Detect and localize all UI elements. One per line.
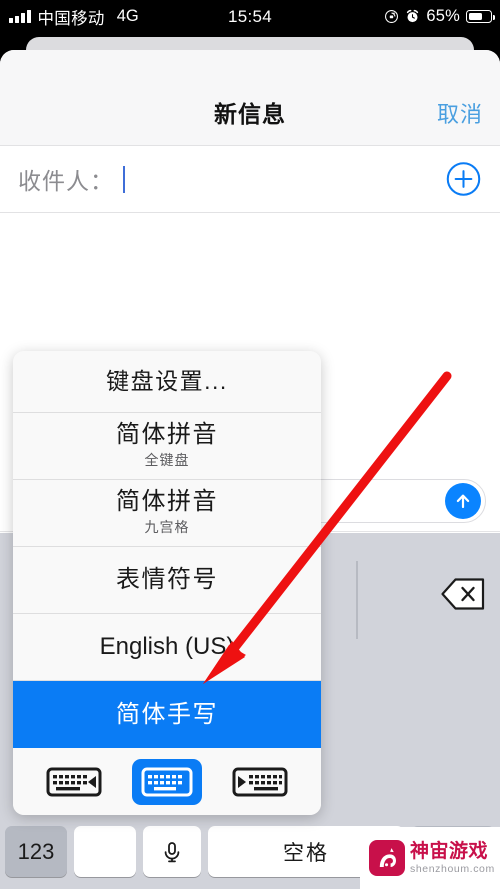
watermark-brand: 神宙游戏 bbox=[410, 840, 489, 862]
add-circle-icon[interactable] bbox=[445, 161, 482, 198]
dictation-key[interactable] bbox=[143, 826, 201, 877]
text-caret bbox=[123, 165, 125, 193]
popup-item-handwriting[interactable]: 简体手写 bbox=[13, 681, 321, 748]
keyboard-divider bbox=[356, 561, 358, 639]
send-button[interactable] bbox=[445, 482, 481, 519]
status-bar: 中国移动 4G 15:54 65% bbox=[0, 0, 500, 33]
popup-item-label: 键盘设置... bbox=[106, 368, 228, 395]
backspace-delete-icon[interactable] bbox=[440, 577, 486, 611]
popup-item-label: 简体拼音 bbox=[116, 488, 218, 516]
page-title: 新信息 bbox=[214, 101, 286, 127]
popup-item-keyboard-settings[interactable]: 键盘设置... bbox=[13, 351, 321, 413]
unicorn-logo-icon bbox=[369, 840, 405, 876]
popup-item-label: 简体手写 bbox=[116, 700, 218, 728]
popup-item-label: 表情符号 bbox=[116, 566, 218, 594]
watermark: 神宙游戏 shenzhoum.com bbox=[360, 827, 500, 889]
keyboard-full-icon bbox=[141, 767, 193, 796]
phone-screen: 中国移动 4G 15:54 65% 新信息 取消 收件人： 123 空格 键盘设… bbox=[0, 0, 500, 889]
keyboard-switcher-popup: 键盘设置... 简体拼音 全键盘 简体拼音 九宫格 表情符号 English (… bbox=[13, 351, 321, 815]
watermark-url: shenzhoum.com bbox=[410, 862, 495, 875]
cancel-button[interactable]: 取消 bbox=[437, 97, 483, 129]
microphone-icon bbox=[164, 841, 180, 862]
blank-key[interactable] bbox=[74, 826, 136, 877]
keyboard-dock-right-button[interactable] bbox=[225, 759, 295, 805]
navigation-bar: 新信息 取消 bbox=[0, 50, 500, 145]
battery-icon bbox=[466, 10, 495, 23]
keyboard-dock-left-icon bbox=[46, 767, 102, 796]
popup-item-label: 简体拼音 bbox=[116, 421, 218, 449]
send-arrow-up-icon bbox=[456, 494, 470, 508]
popup-item-pinyin-ninekey[interactable]: 简体拼音 九宫格 bbox=[13, 480, 321, 547]
battery-percent: 65% bbox=[426, 7, 460, 25]
popup-item-sublabel: 九宫格 bbox=[144, 518, 190, 535]
popup-item-label: English (US) bbox=[99, 633, 235, 661]
popup-item-english-us[interactable]: English (US) bbox=[13, 614, 321, 681]
popup-item-pinyin-full[interactable]: 简体拼音 全键盘 bbox=[13, 413, 321, 480]
popup-item-sublabel: 全键盘 bbox=[144, 451, 190, 468]
recipient-row[interactable]: 收件人： bbox=[0, 145, 500, 213]
numeric-key[interactable]: 123 bbox=[5, 826, 67, 877]
recipient-label: 收件人： bbox=[18, 168, 114, 194]
popup-item-emoji[interactable]: 表情符号 bbox=[13, 547, 321, 614]
keyboard-layout-toggle-row bbox=[13, 748, 321, 815]
keyboard-dock-left-button[interactable] bbox=[39, 759, 109, 805]
rotation-lock-icon bbox=[385, 10, 399, 23]
keyboard-full-button[interactable] bbox=[131, 758, 202, 805]
keyboard-dock-right-icon bbox=[232, 767, 288, 796]
alarm-clock-icon bbox=[407, 9, 419, 23]
status-bar-right: 65% bbox=[384, 0, 495, 33]
